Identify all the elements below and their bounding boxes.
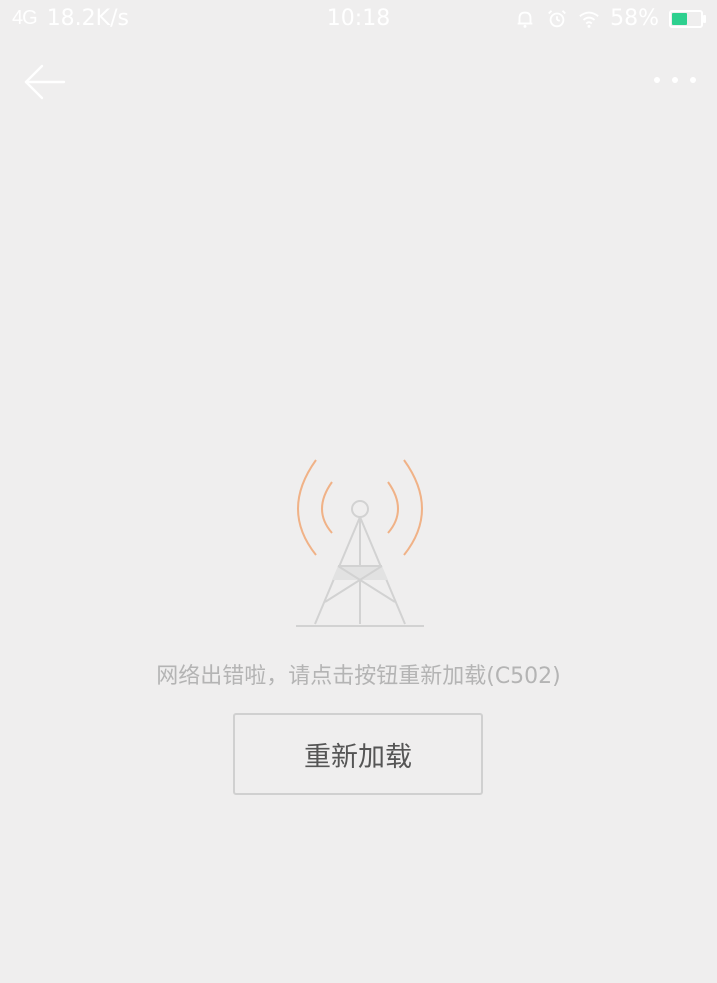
status-bar: 4G 18.2K/s 10:18 58% [0,0,717,40]
status-right: 58% [514,6,706,31]
alarm-icon [548,9,566,27]
wifi-icon [579,11,599,28]
signal-tower-icon [296,459,424,627]
error-message: 网络出错啦，请点击按钮重新加载(C502) [156,664,561,689]
battery-fill [672,12,687,25]
nav-bar [0,40,717,124]
back-arrow-icon [24,64,66,100]
reload-button[interactable]: 重新加载 [233,713,483,795]
bell-icon [517,11,533,28]
more-dots-icon [654,77,696,83]
more-button[interactable] [651,70,699,90]
battery-icon [669,9,706,28]
back-button[interactable] [22,62,68,102]
battery-percent: 58% [610,6,659,31]
